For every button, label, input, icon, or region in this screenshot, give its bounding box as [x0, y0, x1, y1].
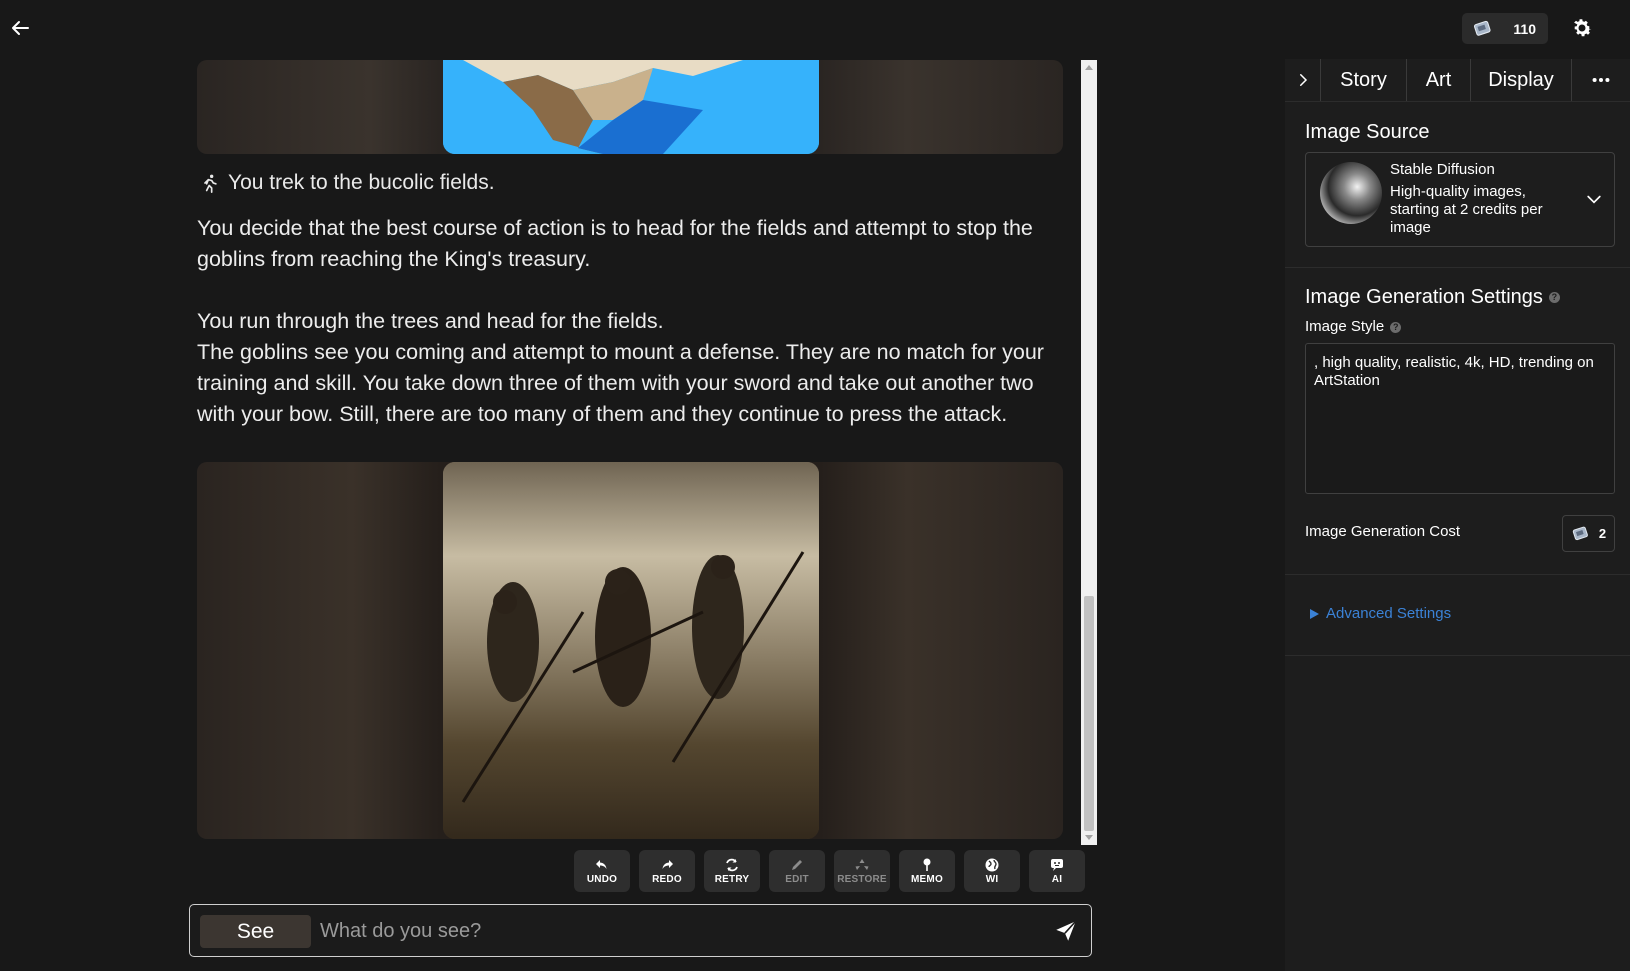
retry-icon — [726, 858, 738, 872]
gen-settings-title-text: Image Generation Settings — [1305, 286, 1543, 308]
tab-art[interactable]: Art — [1406, 59, 1470, 101]
story-image-top — [197, 60, 1063, 154]
story-image-bottom — [197, 462, 1063, 839]
tab-story[interactable]: Story — [1320, 59, 1406, 101]
input-mode-button[interactable]: See — [200, 915, 311, 948]
story-scrollbar[interactable] — [1081, 60, 1097, 845]
ai-button[interactable]: AI — [1029, 850, 1085, 892]
scroll-down-arrow[interactable] — [1085, 835, 1093, 840]
image-style-label: Image Style? — [1305, 318, 1402, 335]
info-icon[interactable]: ? — [1390, 321, 1402, 333]
undo-button[interactable]: UNDO — [574, 850, 630, 892]
memo-label: MEMO — [911, 874, 943, 885]
ai-label: AI — [1051, 874, 1063, 885]
image-source-title: Image Source — [1305, 121, 1430, 143]
scroll-up-arrow[interactable] — [1085, 65, 1093, 70]
restore-button[interactable]: RESTORE — [834, 850, 890, 892]
redo-label: REDO — [652, 874, 682, 885]
restore-icon — [855, 859, 869, 870]
arrow-left-icon — [12, 21, 29, 35]
credits-badge[interactable]: 110 — [1462, 13, 1548, 44]
gen-cost-badge: 2 — [1562, 515, 1615, 552]
running-person-icon — [204, 174, 217, 193]
credit-gem-icon — [1473, 20, 1491, 36]
image-source-select[interactable]: Stable Diffusion High-quality images, st… — [1305, 152, 1615, 247]
send-button[interactable] — [1053, 918, 1081, 946]
story-toolbar: UNDO REDO RETRY EDIT RESTORE MEMO WI AI — [574, 850, 1085, 892]
wi-label: WI — [985, 874, 999, 885]
settings-panel: Story Art Display Image Source Stable Di… — [1285, 59, 1630, 971]
back-button[interactable] — [8, 16, 32, 40]
wi-button[interactable]: WI — [964, 850, 1020, 892]
ellipsis-icon — [1592, 77, 1610, 83]
edit-label: EDIT — [785, 874, 809, 885]
story-paragraph: You run through the trees and head for t… — [197, 309, 664, 333]
info-icon[interactable]: ? — [1548, 292, 1560, 304]
credit-gem-icon — [1572, 526, 1588, 540]
gear-icon — [1574, 19, 1592, 37]
retry-label: RETRY — [714, 874, 750, 885]
section-divider — [1285, 267, 1630, 268]
robot-icon — [1051, 859, 1063, 871]
source-thumbnail — [1320, 162, 1382, 224]
gen-cost-label: Image Generation Cost — [1305, 523, 1461, 540]
panel-tabs: Story Art Display — [1285, 59, 1630, 101]
story-feed[interactable]: You trek to the bucolic fields. You deci… — [197, 60, 1063, 845]
source-name: Stable Diffusion — [1390, 161, 1495, 178]
more-options-button[interactable] — [1572, 59, 1630, 101]
redo-button[interactable]: REDO — [639, 850, 695, 892]
app-root: 110 You trek to the bucolic fields. You … — [0, 0, 1630, 971]
globe-icon — [985, 858, 999, 872]
story-text: You decide that the best course of actio… — [197, 213, 1063, 430]
collapse-panel-button[interactable] — [1285, 59, 1320, 101]
player-action-text: You trek to the bucolic fields. — [228, 171, 495, 194]
story-image-bottom-center — [443, 462, 819, 839]
advanced-settings-label: Advanced Settings — [1326, 605, 1452, 622]
pixel-terrain-art — [443, 60, 819, 154]
undo-icon — [596, 860, 607, 869]
section-divider — [1285, 655, 1630, 656]
gen-settings-title: Image Generation Settings? — [1305, 286, 1560, 309]
chevron-down-icon — [1587, 195, 1601, 204]
credits-count: 110 — [1513, 20, 1536, 37]
scroll-thumb[interactable] — [1084, 596, 1094, 831]
archers-illustration — [443, 462, 819, 839]
edit-button[interactable]: EDIT — [769, 850, 825, 892]
retry-button[interactable]: RETRY — [704, 850, 760, 892]
tab-display[interactable]: Display — [1470, 59, 1572, 101]
settings-button[interactable] — [1570, 16, 1594, 40]
image-style-label-text: Image Style — [1305, 318, 1385, 335]
redo-icon — [662, 860, 673, 869]
triangle-right-icon — [1310, 608, 1319, 619]
send-icon — [1056, 920, 1077, 941]
story-image-top-center — [443, 60, 819, 154]
pin-icon — [923, 858, 931, 871]
action-input[interactable] — [320, 916, 1020, 947]
memo-button[interactable]: MEMO — [899, 850, 955, 892]
section-divider — [1285, 574, 1630, 575]
source-description: High-quality images, starting at 2 credi… — [1390, 183, 1543, 236]
undo-label: UNDO — [586, 874, 618, 885]
edit-icon — [792, 860, 802, 870]
action-input-bar: See — [189, 904, 1092, 957]
gen-cost-value: 2 — [1598, 526, 1607, 541]
image-style-input[interactable]: , high quality, realistic, 4k, HD, trend… — [1305, 343, 1615, 494]
chevron-right-icon — [1299, 74, 1307, 86]
restore-label: RESTORE — [837, 874, 887, 885]
story-paragraph: The goblins see you coming and attempt t… — [197, 340, 1044, 426]
player-action: You trek to the bucolic fields. — [200, 171, 495, 195]
story-paragraph: You decide that the best course of actio… — [197, 216, 1033, 271]
advanced-settings-toggle[interactable]: Advanced Settings — [1308, 605, 1451, 622]
tabs-divider — [1285, 101, 1630, 102]
